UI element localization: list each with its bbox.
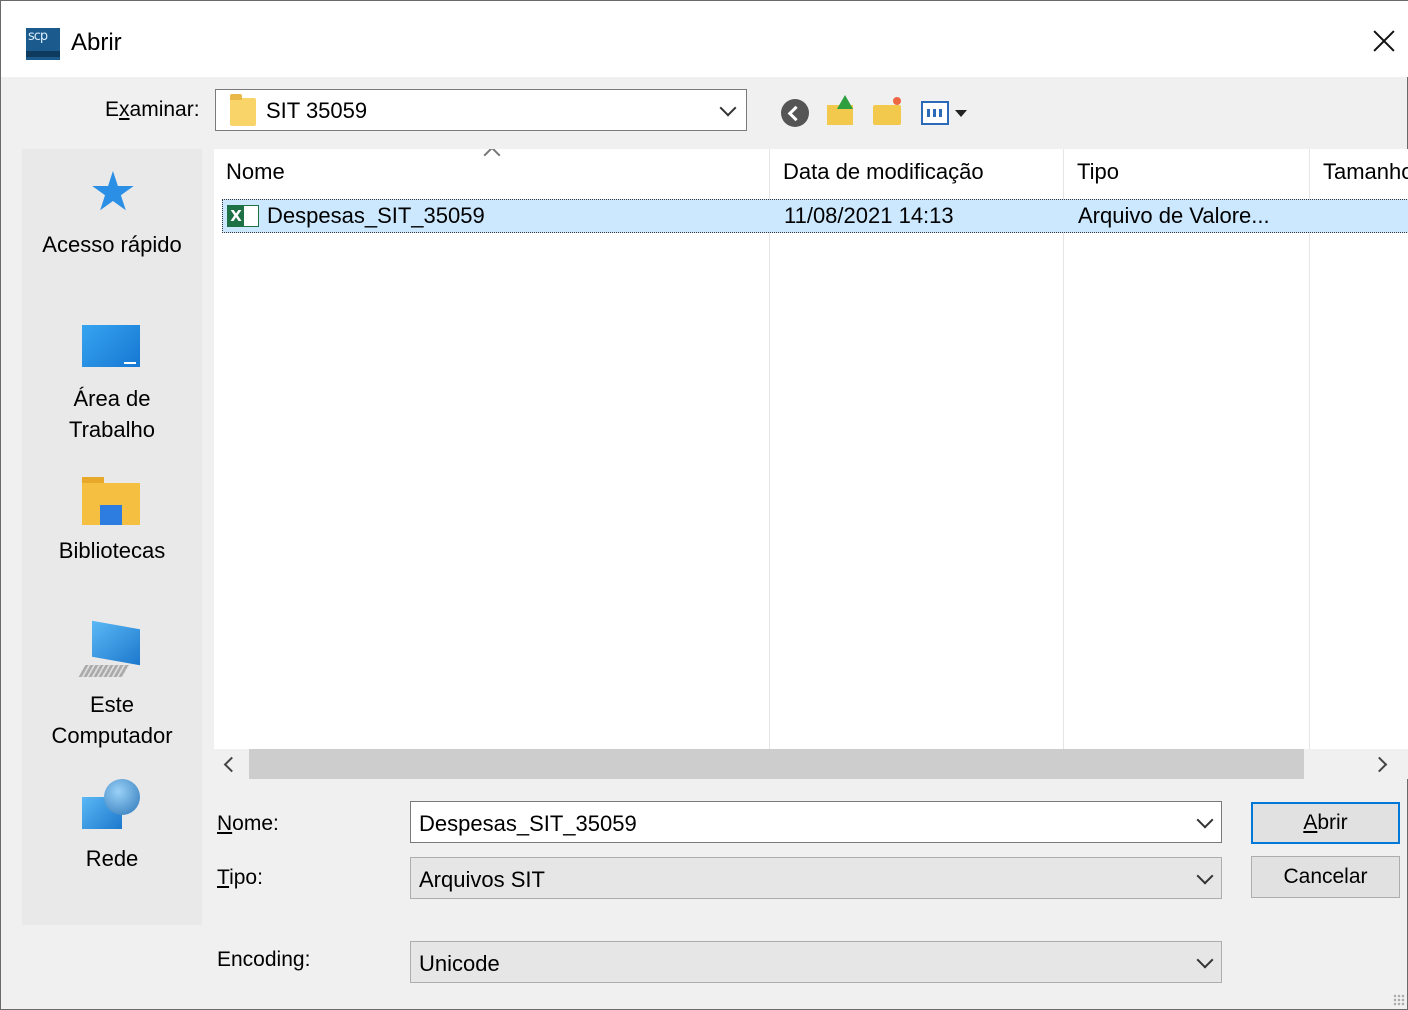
- chevron-down-icon: [719, 99, 737, 117]
- file-type: Arquivo de Valore...: [1078, 203, 1270, 228]
- scroll-left-icon[interactable]: [223, 756, 240, 773]
- cancel-button[interactable]: Cancelar: [1251, 856, 1400, 898]
- place-label: Área de: [73, 386, 151, 411]
- encoding-label: Encoding:: [217, 948, 311, 971]
- place-label-line2: Computador: [51, 723, 173, 748]
- new-folder-icon: [873, 105, 901, 125]
- file-name-input[interactable]: Despesas_SIT_35059: [410, 801, 1222, 843]
- horizontal-scrollbar[interactable]: [214, 749, 1408, 779]
- column-header-date[interactable]: Data de modificação: [771, 149, 1063, 195]
- file-name-value: Despesas_SIT_35059: [419, 811, 637, 836]
- file-type-value: Arquivos SIT: [419, 867, 545, 892]
- dropdown-arrow-icon: [955, 110, 967, 117]
- view-grid-icon: [921, 101, 949, 125]
- folder-icon: [230, 94, 256, 126]
- app-icon: scp: [26, 28, 60, 60]
- place-this-pc[interactable]: Este Computador: [22, 609, 202, 759]
- place-label-line2: Trabalho: [68, 417, 155, 442]
- lookin-dropdown[interactable]: SIT 35059: [215, 89, 747, 131]
- place-label: Este: [89, 692, 135, 717]
- lookin-label: Examinar:: [105, 98, 200, 121]
- place-label: Acesso rápido: [42, 232, 182, 257]
- file-row[interactable]: X Despesas_SIT_35059 11/08/2021 14:13 Ar…: [222, 199, 1408, 233]
- title-bar[interactable]: scp Abrir: [1, 0, 1408, 77]
- up-folder-button[interactable]: [825, 95, 859, 129]
- computer-icon: [78, 620, 142, 681]
- file-size: [1324, 200, 1404, 232]
- window-title: Abrir: [71, 29, 122, 56]
- new-folder-button[interactable]: [871, 95, 905, 129]
- chevron-down-icon: [1196, 951, 1214, 969]
- file-list[interactable]: Nome Data de modificação Tipo Tamanho X …: [214, 149, 1408, 749]
- app-icon-text: scp: [28, 29, 48, 44]
- type-label: Tipo:: [217, 866, 263, 889]
- file-type-select[interactable]: Arquivos SIT: [410, 857, 1222, 899]
- place-desktop[interactable]: Área de Trabalho: [22, 299, 202, 449]
- excel-file-icon: X: [227, 205, 259, 227]
- view-menu-button[interactable]: [919, 95, 969, 129]
- chevron-down-icon[interactable]: [1196, 811, 1214, 829]
- place-libraries[interactable]: Bibliotecas: [22, 459, 202, 579]
- places-bar: ★ Acesso rápido Área de Trabalho Bibliot…: [22, 149, 202, 925]
- encoding-value: Unicode: [419, 951, 500, 976]
- name-label: Nome:: [217, 812, 279, 835]
- file-name: Despesas_SIT_35059: [267, 203, 485, 228]
- scroll-right-icon[interactable]: [1371, 756, 1388, 773]
- place-label: Bibliotecas: [58, 538, 166, 563]
- close-icon[interactable]: [1363, 23, 1403, 63]
- desktop-icon: [82, 325, 140, 367]
- place-network[interactable]: Rede: [22, 769, 202, 879]
- quick-access-star-icon: ★: [88, 160, 138, 223]
- column-header-size[interactable]: Tamanho: [1311, 149, 1408, 195]
- resize-grip-icon[interactable]: [1393, 994, 1405, 1006]
- libraries-icon: [82, 477, 140, 525]
- lookin-value: SIT 35059: [266, 98, 368, 123]
- file-date: 11/08/2021 14:13: [784, 203, 954, 228]
- scrollbar-thumb[interactable]: [249, 749, 1304, 779]
- chevron-down-icon: [1196, 867, 1214, 885]
- column-header-type[interactable]: Tipo: [1065, 149, 1309, 195]
- back-button[interactable]: [779, 95, 813, 129]
- encoding-select[interactable]: Unicode: [410, 941, 1222, 983]
- place-label: Rede: [85, 846, 139, 871]
- back-arrow-icon: [781, 99, 809, 127]
- network-icon: [82, 779, 142, 835]
- open-button[interactable]: Abrir: [1251, 802, 1400, 844]
- open-file-dialog: scp Abrir Examinar: SIT 35059 ★ Acesso r…: [0, 0, 1408, 1010]
- column-header-name[interactable]: Nome: [214, 149, 769, 195]
- place-quick-access[interactable]: ★ Acesso rápido: [22, 149, 202, 289]
